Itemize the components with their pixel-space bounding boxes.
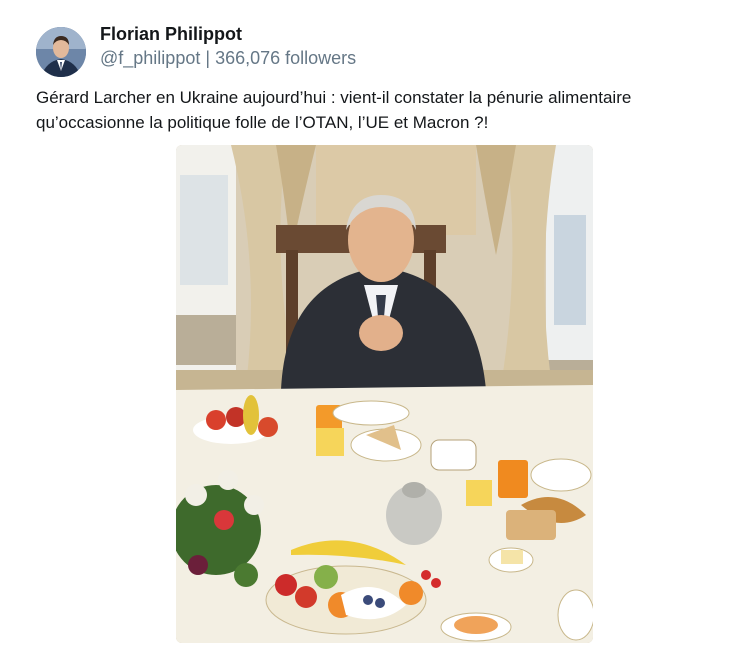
breakfast-photo-image [176, 145, 593, 643]
avatar-image [36, 27, 86, 77]
author-meta: @f_philippot | 366,076 followers [100, 48, 356, 69]
author-name[interactable]: Florian Philippot [100, 24, 242, 45]
tweet-text-line: qu’occasionne la politique folle de l’OT… [36, 113, 489, 132]
author-handle[interactable]: @f_philippot [100, 48, 200, 68]
tweet-card: Florian Philippot @f_philippot | 366,076… [0, 0, 746, 661]
tweet-photo[interactable] [176, 145, 593, 643]
meta-separator: | [205, 48, 211, 68]
followers-count: 366,076 followers [215, 48, 357, 68]
tweet-text: Gérard Larcher en Ukraine aujourd’hui : … [36, 85, 726, 135]
avatar[interactable] [36, 27, 86, 77]
tweet-text-line: Gérard Larcher en Ukraine aujourd’hui : … [36, 88, 632, 107]
